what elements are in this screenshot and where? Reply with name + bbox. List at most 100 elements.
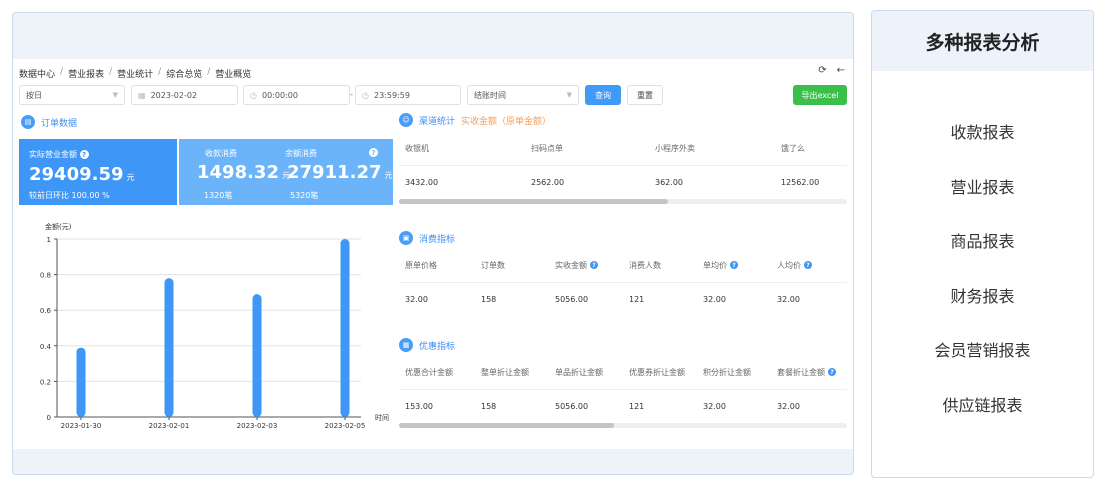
table-header-cell-text: 收银机 <box>405 143 429 153</box>
table-cell-text: 32.00 <box>703 295 726 304</box>
table-header-cell-text: 套餐折让金额 <box>777 367 825 377</box>
consume-section-title: ▣ 消费指标 <box>399 231 455 245</box>
table-cell-text: 158 <box>481 402 497 411</box>
table-header-cell-5: 套餐折让金额? <box>771 367 847 378</box>
actual-revenue-card: 实际营业金额 ? 29409.59 元 较前日环比 100.00 % <box>19 139 177 205</box>
breadcrumb-item[interactable]: 数据中心 <box>19 67 55 80</box>
report-type-item[interactable]: 供应链报表 <box>872 392 1093 416</box>
table-cell-1: 158 <box>475 402 549 411</box>
help-icon[interactable]: ? <box>79 150 89 159</box>
table-header-cell-text: 单均价 <box>703 260 727 270</box>
y-tick-label: 0.4 <box>40 343 52 351</box>
report-types-panel: 多种报表分析 收款报表营业报表商品报表财务报表会员营销报表 供应链报表 <box>871 10 1094 478</box>
balance-consumption-count: 5320笔 <box>290 191 319 200</box>
chart-bar <box>164 278 174 417</box>
table-header-cell-text: 整单折让金额 <box>481 367 529 377</box>
horizontal-scrollbar[interactable] <box>399 199 847 204</box>
table-header-cell-text: 订单数 <box>481 260 505 270</box>
start-time-picker[interactable]: ◷ 00:00:00 <box>243 85 350 105</box>
smile-icon: ☺ <box>399 113 413 127</box>
report-type-item[interactable]: 会员营销报表 <box>872 337 1093 361</box>
table-cell-4: 32.00 <box>697 295 771 304</box>
table-header-cell-text: 单品折让金额 <box>555 367 603 377</box>
table-cell-2: 5056.00 <box>549 295 623 304</box>
table-header-cell-3: 优惠券折让金额 <box>623 367 697 378</box>
actual-revenue-unit: 元 <box>126 173 135 182</box>
table-header-cell-text: 优惠券折让金额 <box>629 367 685 377</box>
table-cell-text: 158 <box>481 295 497 304</box>
y-axis-label: 金额(元) <box>45 222 72 231</box>
breadcrumb-item[interactable]: 营业统计 <box>117 67 153 80</box>
table-cell-3: 121 <box>623 402 697 411</box>
report-type-item[interactable]: 财务报表 <box>872 283 1093 307</box>
horizontal-scrollbar[interactable] <box>399 423 847 428</box>
balance-consumption-unit: 元 <box>384 171 393 180</box>
period-select-value: 按日 <box>26 90 42 100</box>
discount-table: 优惠合计金额 整单折让金额 单品折让金额 优惠券折让金额 积分折让金额 套餐折让金额? 1… <box>399 355 847 428</box>
breadcrumb-separator: / <box>60 67 64 77</box>
actual-revenue-value-row: 29409.59 元 <box>29 164 135 185</box>
breadcrumb-separator: / <box>158 67 162 77</box>
back-arrow-icon[interactable]: ← <box>837 65 845 76</box>
balance-consumption-value: 27911.27 <box>287 162 382 183</box>
y-tick-label: 1 <box>47 236 51 244</box>
time-type-select[interactable]: 结账时间 ▼ <box>467 85 579 105</box>
scrollbar-thumb[interactable] <box>399 199 668 204</box>
help-icon[interactable]: ? <box>828 368 836 376</box>
calendar-icon: ▦ <box>138 90 146 100</box>
table-header-cell-2: 单品折让金额 <box>549 367 623 378</box>
actual-revenue-label-row: 实际营业金额 ? <box>29 149 89 160</box>
date-picker[interactable]: ▦ 2023-02-02 <box>131 85 238 105</box>
period-select[interactable]: 按日 ▼ <box>19 85 125 105</box>
end-time-picker[interactable]: ◷ 23:59:59 <box>355 85 461 105</box>
table-header-cell-3: 饿了么 <box>775 143 847 154</box>
chevron-down-icon: ▼ <box>112 91 118 99</box>
breadcrumb-item[interactable]: 综合总览 <box>166 67 202 80</box>
table-header-cell-text: 积分折让金额 <box>703 367 751 377</box>
breadcrumb: 数据中心 / 营业报表 / 营业统计 / 综合总览 / 营业概览 <box>19 67 251 80</box>
table-cell-1: 158 <box>475 295 549 304</box>
top-actions: ⟳ ← <box>818 65 845 76</box>
table-header-row: 原单价格 订单数 实收金额? 消费人数 单均价? 人均价? <box>399 248 847 282</box>
table-cell-5: 32.00 <box>771 402 847 411</box>
report-type-item[interactable]: 收款报表 <box>872 119 1093 143</box>
query-button[interactable]: 查询 <box>585 85 621 105</box>
help-icon[interactable]: ? <box>804 261 812 269</box>
balance-consumption-value-row: 27911.27 元 <box>287 162 393 183</box>
clock-icon: ◷ <box>250 90 257 100</box>
breadcrumb-item[interactable]: 营业报表 <box>68 67 104 80</box>
time-type-value: 结账时间 <box>474 90 506 100</box>
table-cell-text: 32.00 <box>703 402 726 411</box>
actual-revenue-value: 29409.59 <box>29 164 124 185</box>
y-tick-label: 0.2 <box>40 378 51 386</box>
table-cell-text: 32.00 <box>405 295 428 304</box>
chart-bar <box>252 294 262 417</box>
scrollbar-thumb[interactable] <box>399 423 615 428</box>
refresh-icon[interactable]: ⟳ <box>818 65 826 76</box>
table-header-row: 优惠合计金额 整单折让金额 单品折让金额 优惠券折让金额 积分折让金额 套餐折让金额? <box>399 355 847 389</box>
report-type-item[interactable]: 商品报表 <box>872 228 1093 252</box>
x-tick-label: 2023-02-05 <box>325 422 366 430</box>
report-type-item[interactable]: 营业报表 <box>872 174 1093 198</box>
x-tick-label: 2023-01-30 <box>61 422 102 430</box>
table-cell-text: 5056.00 <box>555 295 589 304</box>
table-cell-text: 32.00 <box>777 402 800 411</box>
help-icon[interactable]: ? <box>730 261 738 269</box>
table-cell-1: 2562.00 <box>525 178 649 187</box>
table-header-cell-1: 扫码点单 <box>525 143 649 154</box>
table-header-cell-text: 优惠合计金额 <box>405 367 453 377</box>
x-axis-label: 时间 <box>375 413 389 422</box>
export-excel-button[interactable]: 导出excel <box>793 85 847 105</box>
table-cell-text: 153.00 <box>405 402 433 411</box>
panel-title: 多种报表分析 <box>872 11 1093 71</box>
help-icon[interactable]: ? <box>590 261 598 269</box>
document-icon: ▤ <box>21 115 35 129</box>
reset-button[interactable]: 重置 <box>627 85 663 105</box>
breadcrumb-separator: / <box>109 67 113 77</box>
help-icon[interactable]: ? <box>369 148 378 157</box>
gift-icon: ▦ <box>399 338 413 352</box>
balance-consumption-label: 余额消费 <box>285 149 317 158</box>
table-header-cell-4: 积分折让金额 <box>697 367 771 378</box>
table-header-cell-text: 扫码点单 <box>531 143 563 153</box>
table-cell-text: 3432.00 <box>405 178 439 187</box>
